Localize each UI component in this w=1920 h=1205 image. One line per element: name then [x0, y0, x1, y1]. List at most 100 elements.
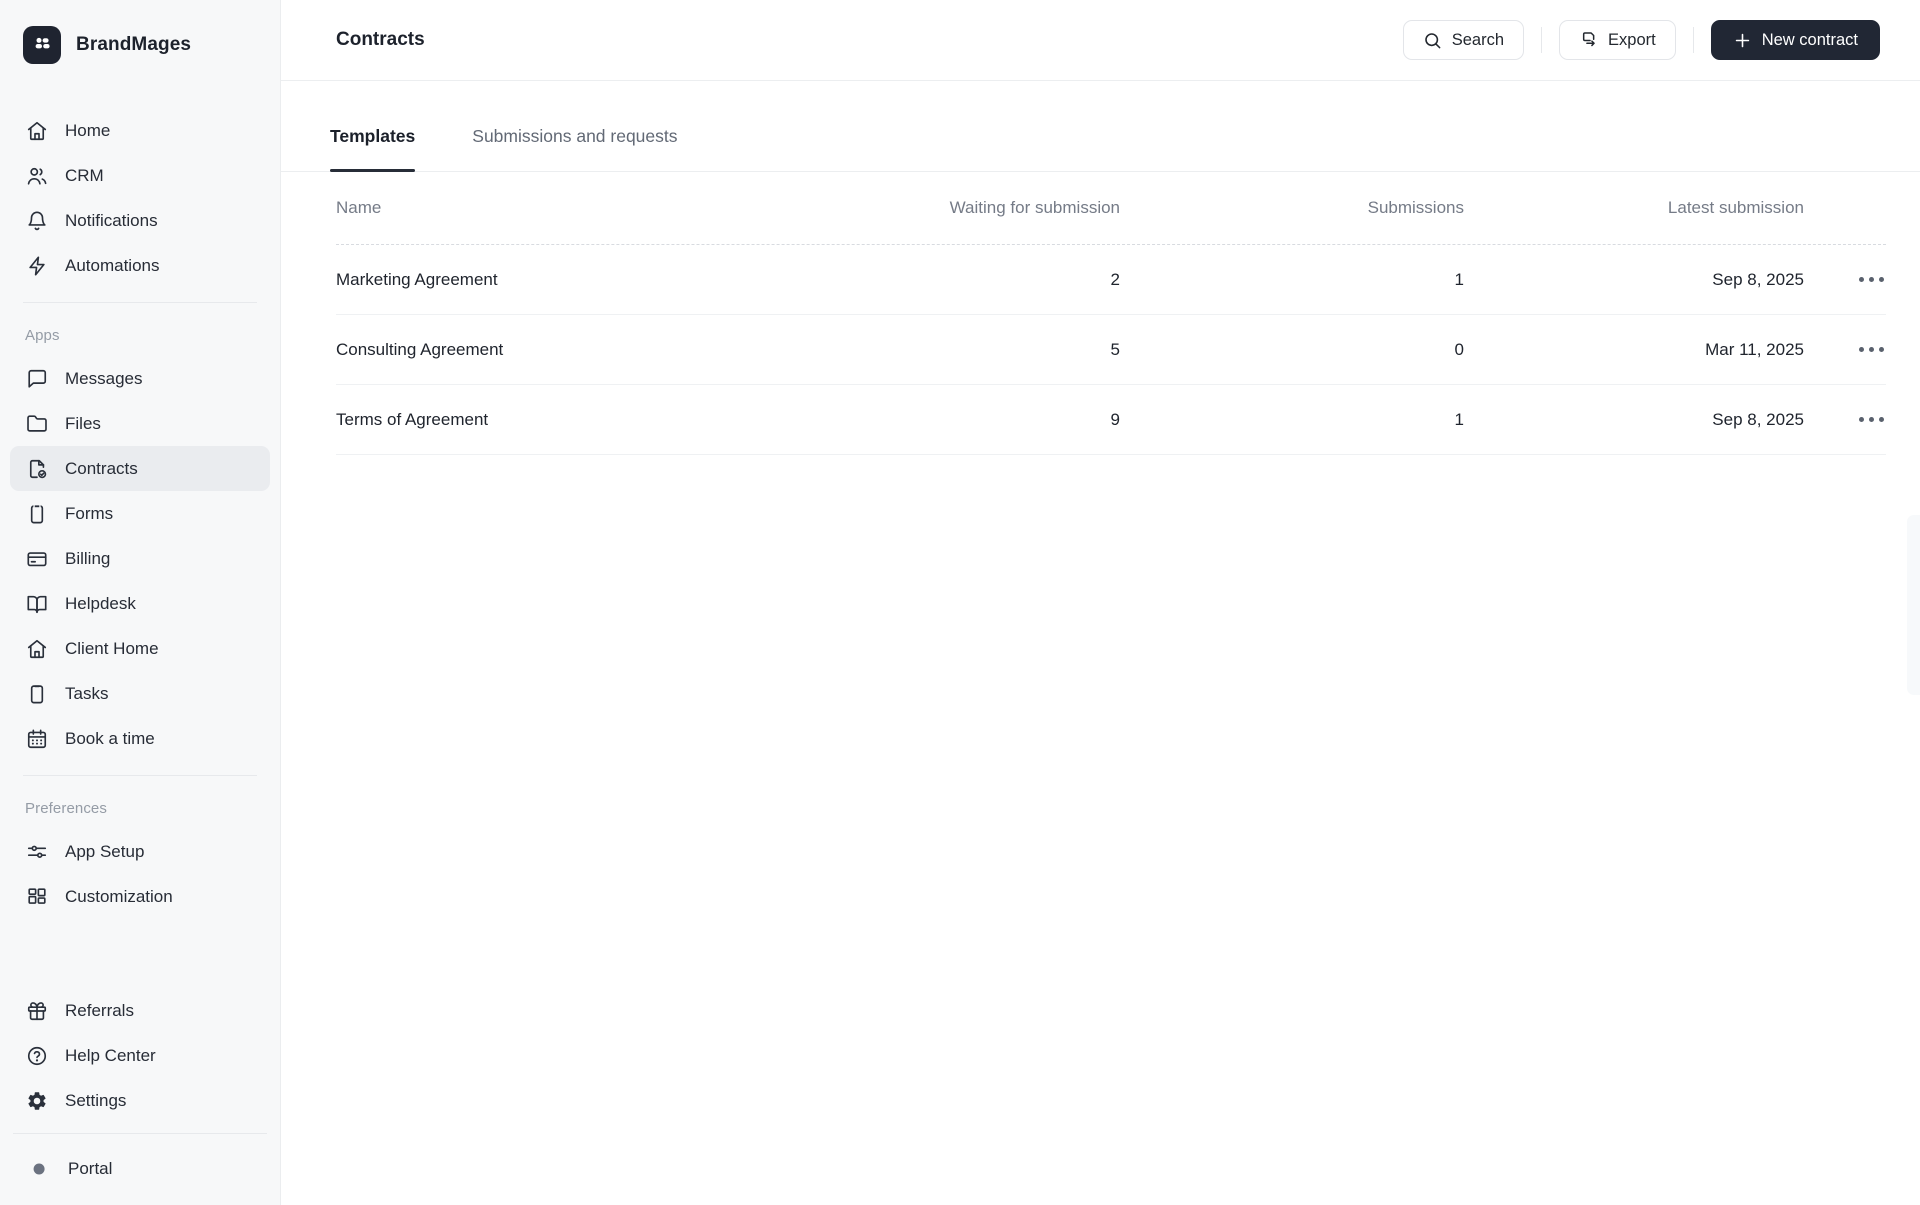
- gear-icon: [25, 1089, 48, 1112]
- sidebar-item-billing[interactable]: Billing: [10, 536, 270, 581]
- chat-bubble-icon: [25, 367, 48, 390]
- house-icon: [25, 637, 48, 660]
- sidebar-item-label: Files: [65, 413, 101, 433]
- sidebar-item-tasks[interactable]: Tasks: [10, 671, 270, 716]
- sidebar-item-label: Customization: [65, 886, 173, 906]
- waiting-count: 9: [1110, 409, 1120, 429]
- submissions-count: 0: [1454, 339, 1464, 359]
- tab-templates[interactable]: Templates: [330, 126, 416, 172]
- topbar-actions: Search Export New contract: [1402, 20, 1880, 60]
- latest-submission-date: Mar 11, 2025: [1705, 339, 1804, 359]
- sidebar-item-portal[interactable]: Portal: [13, 1146, 267, 1191]
- sidebar-item-notifications[interactable]: Notifications: [10, 198, 270, 243]
- contract-check-icon: [25, 457, 48, 480]
- sidebar-item-label: Forms: [65, 503, 114, 523]
- sidebar-item-help-center[interactable]: Help Center: [10, 1033, 270, 1078]
- brand[interactable]: BrandMages: [10, 24, 270, 68]
- sidebar-bottom-nav: Referrals Help Center Settings Portal: [10, 988, 270, 1205]
- page-title: Contracts: [336, 29, 425, 50]
- row-menu-button[interactable]: [1857, 411, 1886, 428]
- template-name[interactable]: Marketing Agreement: [336, 270, 880, 290]
- template-name[interactable]: Consulting Agreement: [336, 340, 880, 360]
- sidebar-item-book-a-time[interactable]: Book a time: [10, 716, 270, 761]
- export-button[interactable]: Export: [1559, 20, 1676, 60]
- new-contract-button-label: New contract: [1761, 30, 1858, 49]
- templates-table: Name Waiting for submission Submissions …: [336, 172, 1886, 455]
- main-area: Contracts Search Export New contract Tem…: [281, 0, 1920, 1205]
- template-name[interactable]: Terms of Agreement: [336, 410, 880, 430]
- latest-submission-date: Sep 8, 2025: [1712, 409, 1804, 429]
- export-button-label: Export: [1608, 30, 1656, 49]
- table-row[interactable]: Terms of Agreement 9 1 Sep 8, 2025: [336, 385, 1886, 455]
- sidebar-item-label: Billing: [65, 548, 111, 568]
- search-button[interactable]: Search: [1402, 20, 1525, 60]
- submissions-count: 1: [1454, 269, 1464, 289]
- folder-icon: [25, 412, 48, 435]
- sidebar-item-label: Referrals: [65, 1000, 134, 1020]
- sidebar-item-customization[interactable]: Customization: [10, 874, 270, 919]
- new-contract-button[interactable]: New contract: [1710, 20, 1880, 60]
- export-icon: [1579, 31, 1598, 50]
- sidebar-item-referrals[interactable]: Referrals: [10, 988, 270, 1033]
- gift-icon: [25, 999, 48, 1022]
- table-row[interactable]: Consulting Agreement 5 0 Mar 11, 2025: [336, 315, 1886, 385]
- sidebar-item-messages[interactable]: Messages: [10, 356, 270, 401]
- submissions-count: 1: [1454, 409, 1464, 429]
- sidebar-item-label: Portal: [68, 1158, 113, 1178]
- tab-submissions-and-requests[interactable]: Submissions and requests: [472, 126, 677, 171]
- column-header-name: Name: [336, 198, 382, 217]
- sliders-icon: [25, 840, 48, 863]
- task-board-icon: [25, 682, 48, 705]
- search-button-label: Search: [1451, 30, 1505, 49]
- portal-section: Portal: [13, 1133, 267, 1205]
- sidebar-item-helpdesk[interactable]: Helpdesk: [10, 581, 270, 626]
- sidebar-item-label: Client Home: [65, 638, 159, 658]
- sidebar-item-crm[interactable]: CRM: [10, 153, 270, 198]
- scrollbar-thumb[interactable]: [1907, 515, 1920, 695]
- sidebar-nav: Home CRM Notifications Automations Apps …: [10, 108, 270, 919]
- sidebar-item-home[interactable]: Home: [10, 108, 270, 153]
- open-book-icon: [25, 592, 48, 615]
- sidebar-item-label: Help Center: [65, 1045, 156, 1065]
- help-circle-icon: [25, 1044, 48, 1067]
- app-root: BrandMages Home CRM Notifications Automa…: [0, 0, 1920, 1205]
- sidebar-item-automations[interactable]: Automations: [10, 243, 270, 288]
- brand-blocks-icon: [23, 26, 61, 64]
- sidebar-item-settings[interactable]: Settings: [10, 1078, 270, 1123]
- sidebar-item-label: Book a time: [65, 728, 155, 748]
- sidebar-section-apps: Apps: [25, 327, 60, 344]
- waiting-count: 5: [1110, 339, 1120, 359]
- waiting-count: 2: [1110, 269, 1120, 289]
- sidebar-item-app-setup[interactable]: App Setup: [10, 829, 270, 874]
- sidebar: BrandMages Home CRM Notifications Automa…: [0, 0, 281, 1205]
- topbar: Contracts Search Export New contract: [281, 0, 1920, 81]
- sidebar-item-label: CRM: [65, 165, 104, 185]
- users-icon: [25, 164, 48, 187]
- sidebar-item-label: Settings: [65, 1090, 127, 1110]
- sidebar-item-contracts[interactable]: Contracts: [10, 446, 270, 491]
- sidebar-item-label: Notifications: [65, 210, 158, 230]
- sidebar-section-preferences: Preferences: [25, 800, 107, 817]
- sidebar-item-client-home[interactable]: Client Home: [10, 626, 270, 671]
- row-menu-button[interactable]: [1857, 271, 1886, 288]
- bell-icon: [25, 209, 48, 232]
- sidebar-item-forms[interactable]: Forms: [10, 491, 270, 536]
- dot-icon: [28, 1157, 51, 1180]
- toolbar-divider: [1541, 27, 1543, 53]
- sidebar-item-label: Helpdesk: [65, 593, 136, 613]
- row-actions: [1804, 271, 1886, 288]
- sidebar-item-files[interactable]: Files: [10, 401, 270, 446]
- row-actions: [1804, 341, 1886, 358]
- sidebar-item-label: Contracts: [65, 458, 138, 478]
- sidebar-item-label: Home: [65, 120, 111, 140]
- sidebar-item-label: Automations: [65, 255, 160, 275]
- sidebar-item-label: Tasks: [65, 683, 109, 703]
- column-header-submissions: Submissions: [1367, 198, 1464, 217]
- row-menu-button[interactable]: [1857, 341, 1886, 358]
- plus-icon: [1733, 31, 1752, 50]
- table-row[interactable]: Marketing Agreement 2 1 Sep 8, 2025: [336, 245, 1886, 315]
- toolbar-divider: [1692, 27, 1694, 53]
- table-header-row: Name Waiting for submission Submissions …: [336, 172, 1886, 245]
- latest-submission-date: Sep 8, 2025: [1712, 269, 1804, 289]
